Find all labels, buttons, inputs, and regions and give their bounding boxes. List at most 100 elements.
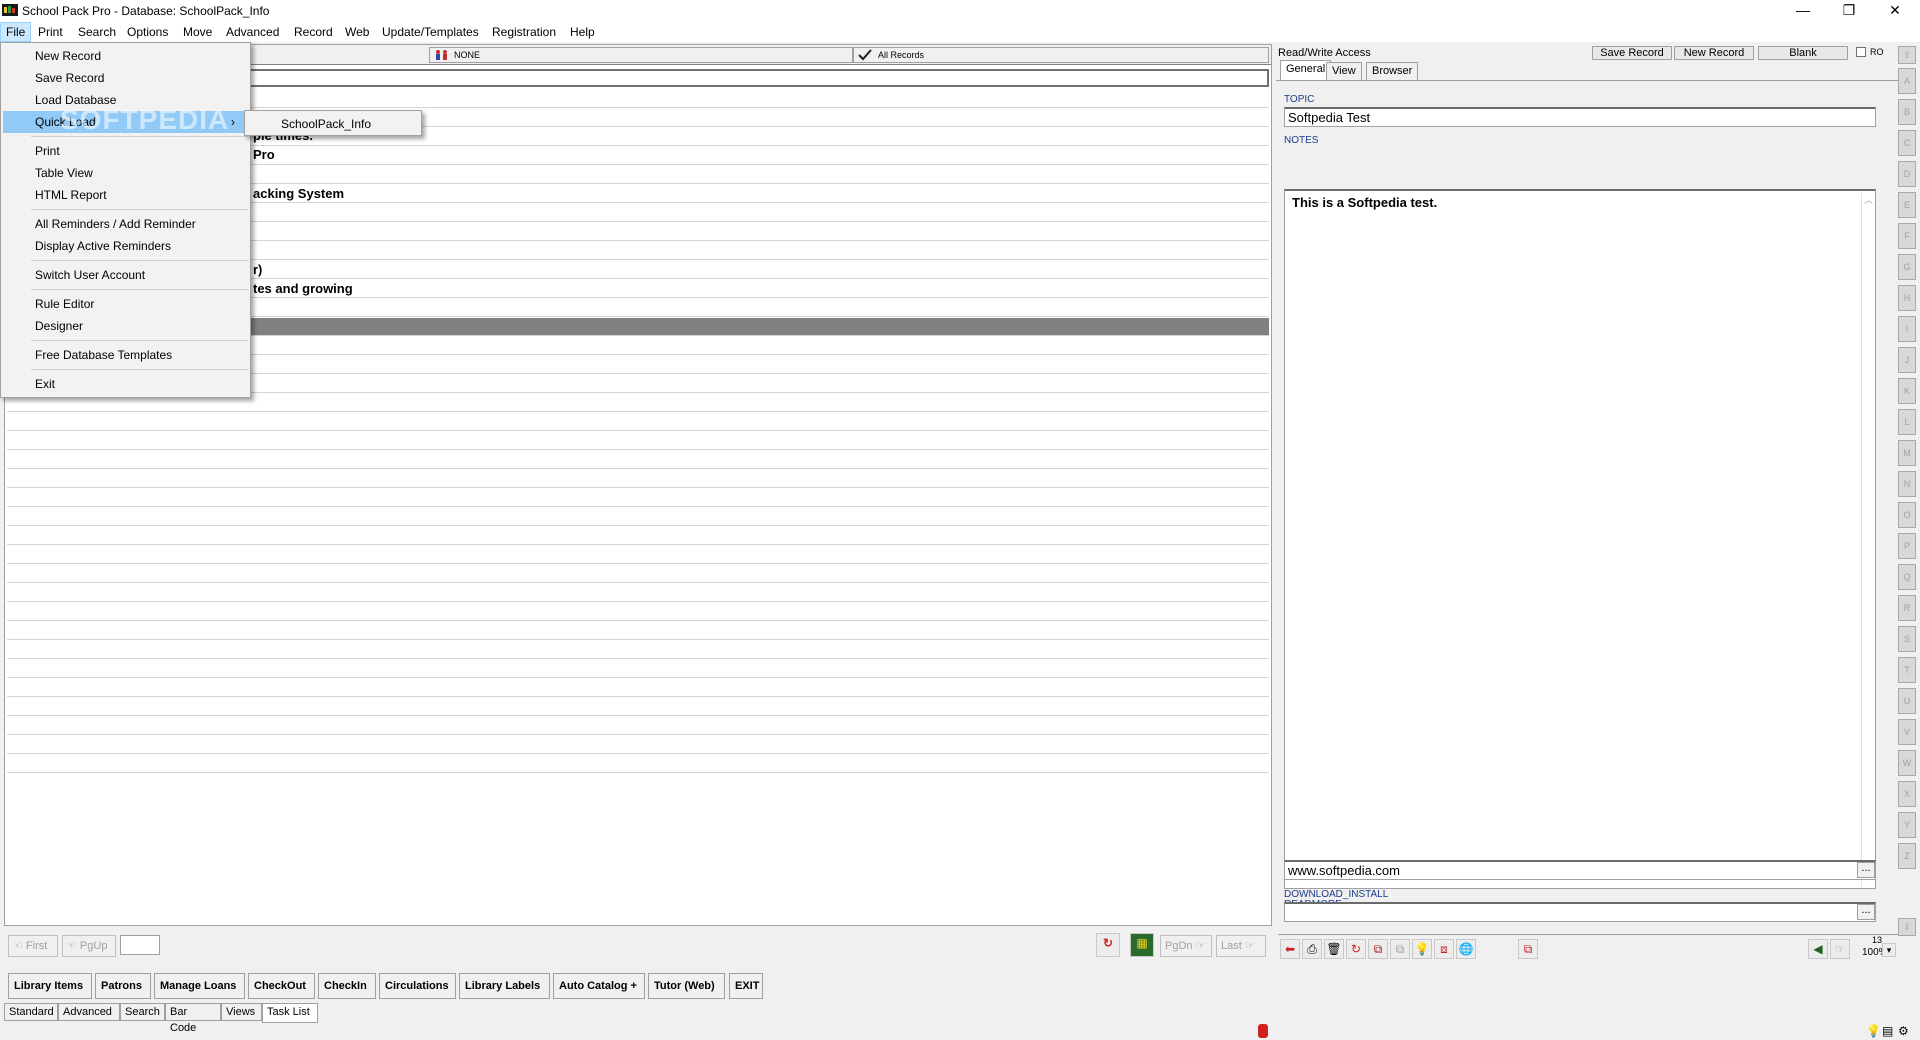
zoom-dropdown-icon[interactable]: ▾ <box>1882 943 1896 957</box>
filter-header[interactable]: NONE <box>429 47 853 63</box>
pgup-button[interactable]: ☜ PgUp <box>62 935 116 957</box>
menu-record[interactable]: Record <box>289 22 338 42</box>
print-icon[interactable]: ⎙ <box>1302 939 1322 959</box>
alpha-button-f[interactable]: F <box>1898 223 1916 249</box>
menu-registration[interactable]: Registration <box>487 22 561 42</box>
last-button[interactable]: Last ☞ <box>1216 935 1266 957</box>
menu-web[interactable]: Web <box>340 22 374 42</box>
menu-print[interactable]: Print <box>3 140 248 162</box>
alpha-button-k[interactable]: K <box>1898 378 1916 404</box>
circulations-button[interactable]: Circulations <box>379 973 456 999</box>
menu-all-reminders[interactable]: All Reminders / Add Reminder <box>3 213 248 235</box>
close-button[interactable]: ✕ <box>1872 0 1918 22</box>
menu-print[interactable]: Print <box>33 22 68 42</box>
trash-icon[interactable]: 🗑 <box>1324 939 1344 959</box>
first-button[interactable]: ☜ First <box>8 935 58 957</box>
alpha-button-w[interactable]: W <box>1898 750 1916 776</box>
menu-search[interactable]: Search <box>73 22 121 42</box>
alpha-button-v[interactable]: V <box>1898 719 1916 745</box>
menu-options[interactable]: Options <box>122 22 173 42</box>
checkout-button[interactable]: CheckOut <box>248 973 315 999</box>
copy-icon[interactable]: ⧉ <box>1368 939 1388 959</box>
menu-html-report[interactable]: HTML Report <box>3 184 248 206</box>
back-arrow-icon[interactable]: ⬅ <box>1280 939 1300 959</box>
menu-advanced[interactable]: Advanced <box>221 22 284 42</box>
alpha-button-s[interactable]: S <box>1898 626 1916 652</box>
tab-advanced[interactable]: Advanced <box>58 1003 120 1021</box>
refresh-icon[interactable]: ↻ <box>1096 933 1120 957</box>
globe-icon[interactable]: 🌐 <box>1456 939 1476 959</box>
menu-move[interactable]: Move <box>178 22 217 42</box>
alpha-button-i[interactable]: I <box>1898 316 1916 342</box>
tutor-web-button[interactable]: Tutor (Web) <box>648 973 725 999</box>
records-header[interactable]: All Records <box>853 47 1269 63</box>
alpha-button-n[interactable]: N <box>1898 471 1916 497</box>
alpha-button-g[interactable]: G <box>1898 254 1916 280</box>
menu-rule-editor[interactable]: Rule Editor <box>3 293 248 315</box>
topic-field[interactable]: Softpedia Test <box>1284 107 1876 127</box>
tab-search[interactable]: Search <box>120 1003 165 1021</box>
download-field[interactable] <box>1284 902 1876 922</box>
menu-save-record[interactable]: Save Record <box>3 67 248 89</box>
save-record-button[interactable]: Save Record <box>1592 46 1672 60</box>
tab-view[interactable]: View <box>1326 62 1362 80</box>
alpha-button-o[interactable]: O <box>1898 502 1916 528</box>
tab-task-list[interactable]: Task List <box>262 1003 318 1023</box>
menu-switch-user-account[interactable]: Switch User Account <box>3 264 248 286</box>
tab-browser[interactable]: Browser <box>1366 62 1419 80</box>
menu-file[interactable]: File <box>0 22 32 42</box>
list-item[interactable]: r) <box>253 262 262 277</box>
prev-record-icon[interactable]: ◀ <box>1808 939 1828 959</box>
tab-general[interactable]: General <box>1280 60 1332 80</box>
alpha-button-q[interactable]: Q <box>1898 564 1916 590</box>
notes-field[interactable]: This is a Softpedia test. ︿ <box>1284 189 1876 889</box>
reminder-icon[interactable]: ⧈ <box>1434 939 1454 959</box>
menu-designer[interactable]: Designer <box>3 315 248 337</box>
download-browse-button[interactable]: ... <box>1857 904 1875 920</box>
export-icon[interactable]: ⧉ <box>1518 939 1538 959</box>
lightbulb-icon[interactable]: 💡 <box>1412 939 1432 959</box>
alpha-button-m[interactable]: M <box>1898 440 1916 466</box>
alpha-button-c[interactable]: C <box>1898 130 1916 156</box>
alpha-button-l[interactable]: L <box>1898 409 1916 435</box>
alpha-button-h[interactable]: H <box>1898 285 1916 311</box>
alpha-scroll-down-icon[interactable]: ⇩ <box>1898 918 1916 936</box>
notes-scrollbar[interactable]: ︿ <box>1861 193 1875 887</box>
menu-update-templates[interactable]: Update/Templates <box>377 22 484 42</box>
auto-catalog-button[interactable]: Auto Catalog + <box>553 973 645 999</box>
list-item[interactable]: tes and growing <box>253 281 353 296</box>
alpha-button-j[interactable]: J <box>1898 347 1916 373</box>
menu-exit[interactable]: Exit <box>3 373 248 395</box>
alpha-button-z[interactable]: Z <box>1898 843 1916 869</box>
blank-button[interactable]: Blank <box>1758 46 1848 60</box>
list-item[interactable]: acking System <box>253 186 344 201</box>
alpha-button-u[interactable]: U <box>1898 688 1916 714</box>
alpha-button-y[interactable]: Y <box>1898 812 1916 838</box>
maximize-button[interactable]: ❐ <box>1826 0 1872 22</box>
alpha-button-a[interactable]: A <box>1898 68 1916 94</box>
manage-loans-button[interactable]: Manage Loans <box>154 973 245 999</box>
alpha-button-x[interactable]: X <box>1898 781 1916 807</box>
menu-display-active-reminders[interactable]: Display Active Reminders <box>3 235 248 257</box>
new-record-button[interactable]: New Record <box>1674 46 1754 60</box>
alpha-button-b[interactable]: B <box>1898 99 1916 125</box>
alpha-button-p[interactable]: P <box>1898 533 1916 559</box>
tab-bar-code[interactable]: Bar Code <box>165 1003 221 1034</box>
submenu-item-schoolpack-info[interactable]: SchoolPack_Info <box>247 113 419 135</box>
alpha-button-t[interactable]: T <box>1898 657 1916 683</box>
menu-table-view[interactable]: Table View <box>3 162 248 184</box>
patrons-button[interactable]: Patrons <box>95 973 151 999</box>
page-number-input[interactable] <box>120 935 160 955</box>
calculator-icon[interactable]: ▦ <box>1130 933 1154 957</box>
readmore-field[interactable]: www.softpedia.com <box>1284 860 1876 880</box>
menu-free-database-templates[interactable]: Free Database Templates <box>3 344 248 366</box>
alpha-button-e[interactable]: E <box>1898 192 1916 218</box>
library-items-button[interactable]: Library Items <box>8 973 92 999</box>
minimize-button[interactable]: — <box>1780 0 1826 22</box>
tab-views[interactable]: Views <box>221 1003 262 1021</box>
ro-checkbox[interactable] <box>1856 47 1866 57</box>
alpha-button-d[interactable]: D <box>1898 161 1916 187</box>
exit-button[interactable]: EXIT <box>729 973 763 999</box>
menu-help[interactable]: Help <box>565 22 600 42</box>
next-record-icon[interactable]: ☞ <box>1830 939 1850 959</box>
